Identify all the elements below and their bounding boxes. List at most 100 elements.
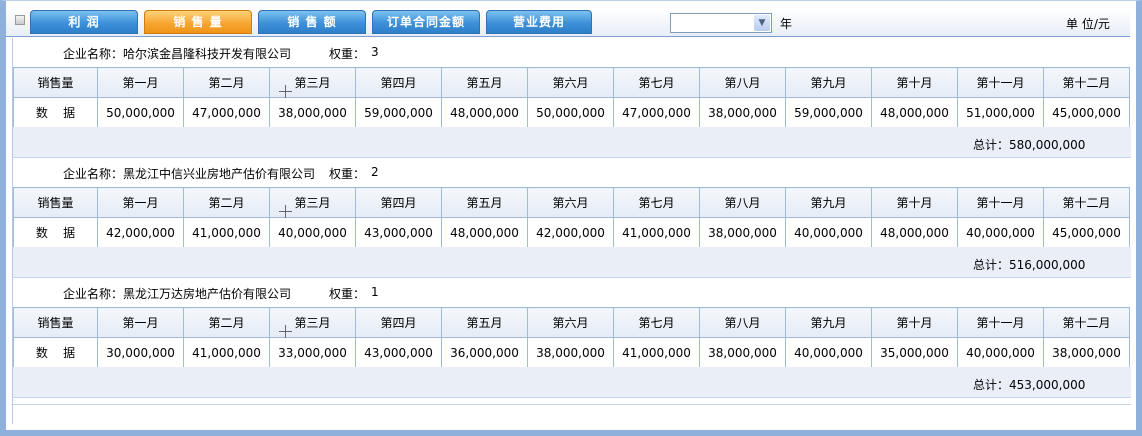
- company-name-label: 企业名称：: [63, 47, 124, 61]
- weight-value: 2: [371, 165, 379, 179]
- tab-profit[interactable]: 利 润: [30, 10, 138, 34]
- tab-order-contract-amount[interactable]: 订单合同金额: [372, 10, 480, 34]
- table-cell-value: 38,000,000: [1043, 337, 1130, 368]
- weight-label: 权重：: [329, 287, 366, 301]
- company-info: 企业名称： 黑龙江中信兴业房地产估价有限公司 权重： 2: [13, 158, 1131, 186]
- table-cell-value: 35,000,000: [871, 337, 958, 368]
- weight-value: 3: [371, 45, 379, 59]
- header-cell-month: 第八月: [699, 307, 786, 338]
- table-cell-value: 45,000,000: [1043, 97, 1130, 128]
- header-cell-metric: 销售量: [13, 67, 98, 98]
- weight-value: 1: [371, 285, 379, 299]
- company-info: 企业名称： 黑龙江万达房地产估价有限公司 权重： 1: [13, 278, 1131, 306]
- header-cell-month: 第十一月: [957, 187, 1044, 218]
- table-cell-value: 40,000,000: [785, 217, 872, 248]
- total-label: 总计：: [973, 138, 1010, 152]
- row-label: 数 据: [13, 97, 98, 128]
- table-cell-value: 59,000,000: [785, 97, 872, 128]
- year-select[interactable]: ▼: [670, 13, 772, 33]
- header-cell-month: 第六月: [527, 67, 614, 98]
- table-cell-value: 38,000,000: [527, 337, 614, 368]
- header-cell-month: 第一月: [97, 67, 184, 98]
- tab-sales-volume[interactable]: 销 售 量: [144, 10, 252, 34]
- row-label: 数 据: [13, 217, 98, 248]
- year-label: 年: [780, 17, 793, 31]
- collapse-icon[interactable]: [15, 15, 25, 25]
- tab-operating-expenses[interactable]: 营业费用: [486, 10, 592, 34]
- sales-table: 销售量 第一月 第二月 第三月 第四月 第五月 第六月 第七月 第八月 第九月 第十月 第十一月 第十二…: [13, 187, 1130, 248]
- total-amount: 580,000,000: [1009, 138, 1086, 152]
- table-cell-value: 43,000,000: [355, 337, 442, 368]
- weight-label: 权重：: [329, 167, 366, 181]
- header-cell-month: 第十月: [871, 187, 958, 218]
- sales-table: 销售量 第一月 第二月 第三月 第四月 第五月 第六月 第七月 第八月 第九月 第十月 第十一月 第十二…: [13, 67, 1130, 128]
- table-row: 数 据 30,000,000 41,000,000 33,000,000 43,000,…: [13, 337, 1130, 368]
- total-value: 总计：453,000,000: [973, 376, 1085, 393]
- header-cell-month: 第八月: [699, 187, 786, 218]
- company-name-label: 企业名称：: [63, 167, 124, 181]
- table-cell-value: 30,000,000: [97, 337, 184, 368]
- table-cell-value: 41,000,000: [183, 337, 270, 368]
- header-cell-metric: 销售量: [13, 307, 98, 338]
- header-cell-month: 第十月: [871, 67, 958, 98]
- header-cell-month: 第七月: [613, 187, 700, 218]
- header-cell-month: 第四月: [355, 307, 442, 338]
- header-cell-month: 第七月: [613, 67, 700, 98]
- header-cell-month: 第二月: [183, 187, 270, 218]
- header-cell-month: 第九月: [785, 187, 872, 218]
- table-cell-value: 36,000,000: [441, 337, 528, 368]
- table-cell-value: 42,000,000: [527, 217, 614, 248]
- table-cell-value: 33,000,000: [269, 337, 356, 368]
- header-cell-month: 第十一月: [957, 307, 1044, 338]
- table-cell-value: 48,000,000: [871, 217, 958, 248]
- company-name: 黑龙江中信兴业房地产估价有限公司: [123, 167, 316, 181]
- table-cell-value: 51,000,000: [957, 97, 1044, 128]
- tab-sales-amount[interactable]: 销 售 额: [258, 10, 366, 34]
- header-cell-month: 第八月: [699, 67, 786, 98]
- header-cell-month: 第五月: [441, 307, 528, 338]
- table-cell-value: 59,000,000: [355, 97, 442, 128]
- header-cell-month: 第五月: [441, 187, 528, 218]
- table-header-row: 销售量 第一月 第二月 第三月 第四月 第五月 第六月 第七月 第八月 第九月 第十月 第十一月 第十二…: [13, 67, 1130, 98]
- company-name: 哈尔滨金昌隆科技开发有限公司: [123, 47, 292, 61]
- table-row: 数 据 42,000,000 41,000,000 40,000,000 43,000,…: [13, 217, 1130, 248]
- header-cell-month: 第九月: [785, 67, 872, 98]
- company-name-label: 企业名称：: [63, 287, 124, 301]
- company-info: 企业名称： 哈尔滨金昌隆科技开发有限公司 权重： 3: [13, 38, 1131, 66]
- table-cell-value: 38,000,000: [699, 217, 786, 248]
- table-cell-value: 41,000,000: [613, 337, 700, 368]
- table-cell-value: 48,000,000: [441, 97, 528, 128]
- total-amount: 453,000,000: [1009, 378, 1086, 392]
- table-cell-value: 41,000,000: [183, 217, 270, 248]
- header-cell-month: 第一月: [97, 187, 184, 218]
- row-label: 数 据: [13, 337, 98, 368]
- table-cell-value: 42,000,000: [97, 217, 184, 248]
- sales-table: 销售量 第一月 第二月 第三月 第四月 第五月 第六月 第七月 第八月 第九月 第十月 第十一月 第十二…: [13, 307, 1130, 368]
- header-cell-metric: 销售量: [13, 187, 98, 218]
- table-cell-value: 38,000,000: [699, 97, 786, 128]
- company-name: 黑龙江万达房地产估价有限公司: [123, 287, 292, 301]
- table-cell-value: 40,000,000: [957, 337, 1044, 368]
- header-cell-month: 第三月: [269, 307, 356, 338]
- chevron-down-icon[interactable]: ▼: [754, 15, 770, 31]
- table-cell-value: 47,000,000: [613, 97, 700, 128]
- header-cell-month: 第四月: [355, 187, 442, 218]
- total-label: 总计：: [973, 258, 1010, 272]
- header-cell-month: 第六月: [527, 187, 614, 218]
- header-cell-month: 第九月: [785, 307, 872, 338]
- empty-footer-row: [13, 404, 1131, 425]
- table-cell-value: 50,000,000: [527, 97, 614, 128]
- header-cell-month: 第七月: [613, 307, 700, 338]
- total-value: 总计：580,000,000: [973, 136, 1085, 153]
- table-cell-value: 38,000,000: [269, 97, 356, 128]
- table-cell-value: 40,000,000: [785, 337, 872, 368]
- table-cell-value: 50,000,000: [97, 97, 184, 128]
- header-cell-month: 第六月: [527, 307, 614, 338]
- header-cell-month: 第二月: [183, 67, 270, 98]
- table-cell-value: 40,000,000: [957, 217, 1044, 248]
- table-cell-value: 43,000,000: [355, 217, 442, 248]
- total-amount: 516,000,000: [1009, 258, 1086, 272]
- header-cell-month: 第十二月: [1043, 187, 1130, 218]
- header-cell-month: 第一月: [97, 307, 184, 338]
- total-bar: 总计：580,000,000: [13, 127, 1131, 158]
